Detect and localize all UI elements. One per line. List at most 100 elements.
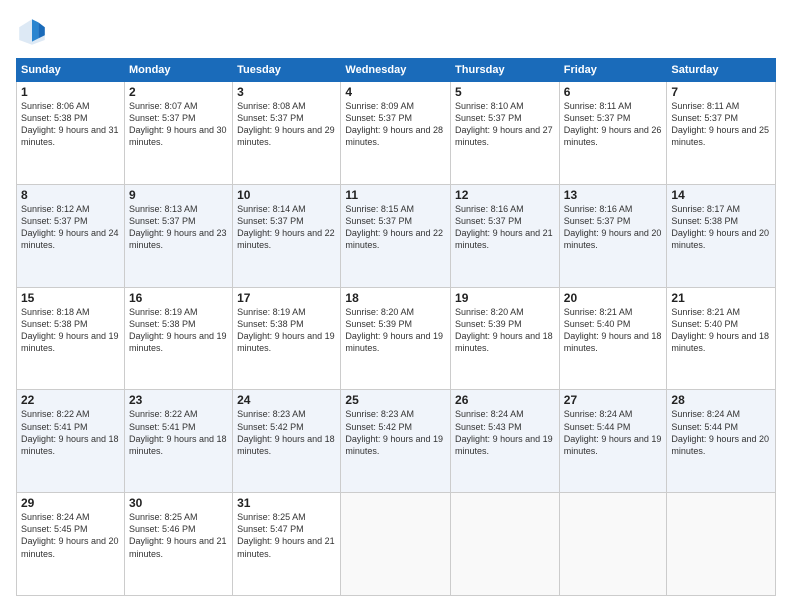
col-header-monday: Monday [124, 59, 232, 82]
day-cell: 27 Sunrise: 8:24 AM Sunset: 5:44 PM Dayl… [559, 390, 667, 493]
day-detail: Sunrise: 8:12 AM Sunset: 5:37 PM Dayligh… [21, 203, 120, 252]
day-number: 10 [237, 188, 336, 202]
week-row-2: 8 Sunrise: 8:12 AM Sunset: 5:37 PM Dayli… [17, 184, 776, 287]
day-cell: 21 Sunrise: 8:21 AM Sunset: 5:40 PM Dayl… [667, 287, 776, 390]
day-cell: 12 Sunrise: 8:16 AM Sunset: 5:37 PM Dayl… [451, 184, 560, 287]
week-row-3: 15 Sunrise: 8:18 AM Sunset: 5:38 PM Dayl… [17, 287, 776, 390]
day-number: 22 [21, 393, 120, 407]
day-detail: Sunrise: 8:06 AM Sunset: 5:38 PM Dayligh… [21, 100, 120, 149]
day-cell: 26 Sunrise: 8:24 AM Sunset: 5:43 PM Dayl… [451, 390, 560, 493]
day-cell: 10 Sunrise: 8:14 AM Sunset: 5:37 PM Dayl… [233, 184, 341, 287]
day-number: 3 [237, 85, 336, 99]
day-cell [667, 493, 776, 596]
day-number: 6 [564, 85, 663, 99]
calendar-table: SundayMondayTuesdayWednesdayThursdayFrid… [16, 58, 776, 596]
day-number: 12 [455, 188, 555, 202]
day-detail: Sunrise: 8:23 AM Sunset: 5:42 PM Dayligh… [345, 408, 446, 457]
day-detail: Sunrise: 8:10 AM Sunset: 5:37 PM Dayligh… [455, 100, 555, 149]
header-row: SundayMondayTuesdayWednesdayThursdayFrid… [17, 59, 776, 82]
day-cell: 25 Sunrise: 8:23 AM Sunset: 5:42 PM Dayl… [341, 390, 451, 493]
day-detail: Sunrise: 8:24 AM Sunset: 5:43 PM Dayligh… [455, 408, 555, 457]
day-number: 20 [564, 291, 663, 305]
header [16, 16, 776, 48]
day-detail: Sunrise: 8:22 AM Sunset: 5:41 PM Dayligh… [21, 408, 120, 457]
day-number: 19 [455, 291, 555, 305]
day-cell: 30 Sunrise: 8:25 AM Sunset: 5:46 PM Dayl… [124, 493, 232, 596]
day-detail: Sunrise: 8:19 AM Sunset: 5:38 PM Dayligh… [129, 306, 228, 355]
day-number: 29 [21, 496, 120, 510]
day-number: 17 [237, 291, 336, 305]
day-cell: 16 Sunrise: 8:19 AM Sunset: 5:38 PM Dayl… [124, 287, 232, 390]
day-number: 26 [455, 393, 555, 407]
day-number: 2 [129, 85, 228, 99]
day-cell: 19 Sunrise: 8:20 AM Sunset: 5:39 PM Dayl… [451, 287, 560, 390]
day-cell: 11 Sunrise: 8:15 AM Sunset: 5:37 PM Dayl… [341, 184, 451, 287]
day-cell: 9 Sunrise: 8:13 AM Sunset: 5:37 PM Dayli… [124, 184, 232, 287]
day-number: 1 [21, 85, 120, 99]
day-detail: Sunrise: 8:21 AM Sunset: 5:40 PM Dayligh… [564, 306, 663, 355]
day-number: 8 [21, 188, 120, 202]
day-detail: Sunrise: 8:15 AM Sunset: 5:37 PM Dayligh… [345, 203, 446, 252]
day-detail: Sunrise: 8:16 AM Sunset: 5:37 PM Dayligh… [455, 203, 555, 252]
day-cell: 4 Sunrise: 8:09 AM Sunset: 5:37 PM Dayli… [341, 82, 451, 185]
day-cell: 20 Sunrise: 8:21 AM Sunset: 5:40 PM Dayl… [559, 287, 667, 390]
day-cell: 31 Sunrise: 8:25 AM Sunset: 5:47 PM Dayl… [233, 493, 341, 596]
day-detail: Sunrise: 8:08 AM Sunset: 5:37 PM Dayligh… [237, 100, 336, 149]
day-number: 4 [345, 85, 446, 99]
page: SundayMondayTuesdayWednesdayThursdayFrid… [0, 0, 792, 612]
day-number: 27 [564, 393, 663, 407]
day-detail: Sunrise: 8:13 AM Sunset: 5:37 PM Dayligh… [129, 203, 228, 252]
day-cell: 28 Sunrise: 8:24 AM Sunset: 5:44 PM Dayl… [667, 390, 776, 493]
day-number: 16 [129, 291, 228, 305]
day-detail: Sunrise: 8:14 AM Sunset: 5:37 PM Dayligh… [237, 203, 336, 252]
day-number: 31 [237, 496, 336, 510]
day-number: 11 [345, 188, 446, 202]
day-number: 28 [671, 393, 771, 407]
day-detail: Sunrise: 8:11 AM Sunset: 5:37 PM Dayligh… [671, 100, 771, 149]
day-number: 7 [671, 85, 771, 99]
day-number: 13 [564, 188, 663, 202]
day-detail: Sunrise: 8:25 AM Sunset: 5:46 PM Dayligh… [129, 511, 228, 560]
day-cell [559, 493, 667, 596]
day-cell: 23 Sunrise: 8:22 AM Sunset: 5:41 PM Dayl… [124, 390, 232, 493]
day-cell: 8 Sunrise: 8:12 AM Sunset: 5:37 PM Dayli… [17, 184, 125, 287]
day-detail: Sunrise: 8:22 AM Sunset: 5:41 PM Dayligh… [129, 408, 228, 457]
day-cell: 15 Sunrise: 8:18 AM Sunset: 5:38 PM Dayl… [17, 287, 125, 390]
day-detail: Sunrise: 8:24 AM Sunset: 5:45 PM Dayligh… [21, 511, 120, 560]
day-cell: 24 Sunrise: 8:23 AM Sunset: 5:42 PM Dayl… [233, 390, 341, 493]
day-detail: Sunrise: 8:21 AM Sunset: 5:40 PM Dayligh… [671, 306, 771, 355]
day-cell: 5 Sunrise: 8:10 AM Sunset: 5:37 PM Dayli… [451, 82, 560, 185]
day-detail: Sunrise: 8:24 AM Sunset: 5:44 PM Dayligh… [564, 408, 663, 457]
logo [16, 16, 52, 48]
day-number: 25 [345, 393, 446, 407]
day-detail: Sunrise: 8:17 AM Sunset: 5:38 PM Dayligh… [671, 203, 771, 252]
day-detail: Sunrise: 8:23 AM Sunset: 5:42 PM Dayligh… [237, 408, 336, 457]
day-number: 21 [671, 291, 771, 305]
day-number: 14 [671, 188, 771, 202]
day-cell: 29 Sunrise: 8:24 AM Sunset: 5:45 PM Dayl… [17, 493, 125, 596]
day-number: 30 [129, 496, 228, 510]
day-cell: 18 Sunrise: 8:20 AM Sunset: 5:39 PM Dayl… [341, 287, 451, 390]
col-header-tuesday: Tuesday [233, 59, 341, 82]
day-detail: Sunrise: 8:19 AM Sunset: 5:38 PM Dayligh… [237, 306, 336, 355]
day-cell: 22 Sunrise: 8:22 AM Sunset: 5:41 PM Dayl… [17, 390, 125, 493]
day-cell: 2 Sunrise: 8:07 AM Sunset: 5:37 PM Dayli… [124, 82, 232, 185]
logo-icon [16, 16, 48, 48]
day-detail: Sunrise: 8:07 AM Sunset: 5:37 PM Dayligh… [129, 100, 228, 149]
day-cell: 3 Sunrise: 8:08 AM Sunset: 5:37 PM Dayli… [233, 82, 341, 185]
day-number: 23 [129, 393, 228, 407]
col-header-friday: Friday [559, 59, 667, 82]
day-number: 18 [345, 291, 446, 305]
day-detail: Sunrise: 8:24 AM Sunset: 5:44 PM Dayligh… [671, 408, 771, 457]
week-row-5: 29 Sunrise: 8:24 AM Sunset: 5:45 PM Dayl… [17, 493, 776, 596]
day-detail: Sunrise: 8:09 AM Sunset: 5:37 PM Dayligh… [345, 100, 446, 149]
day-cell: 17 Sunrise: 8:19 AM Sunset: 5:38 PM Dayl… [233, 287, 341, 390]
day-detail: Sunrise: 8:18 AM Sunset: 5:38 PM Dayligh… [21, 306, 120, 355]
day-cell: 13 Sunrise: 8:16 AM Sunset: 5:37 PM Dayl… [559, 184, 667, 287]
day-detail: Sunrise: 8:16 AM Sunset: 5:37 PM Dayligh… [564, 203, 663, 252]
day-detail: Sunrise: 8:11 AM Sunset: 5:37 PM Dayligh… [564, 100, 663, 149]
col-header-thursday: Thursday [451, 59, 560, 82]
day-detail: Sunrise: 8:25 AM Sunset: 5:47 PM Dayligh… [237, 511, 336, 560]
day-cell: 14 Sunrise: 8:17 AM Sunset: 5:38 PM Dayl… [667, 184, 776, 287]
day-number: 9 [129, 188, 228, 202]
